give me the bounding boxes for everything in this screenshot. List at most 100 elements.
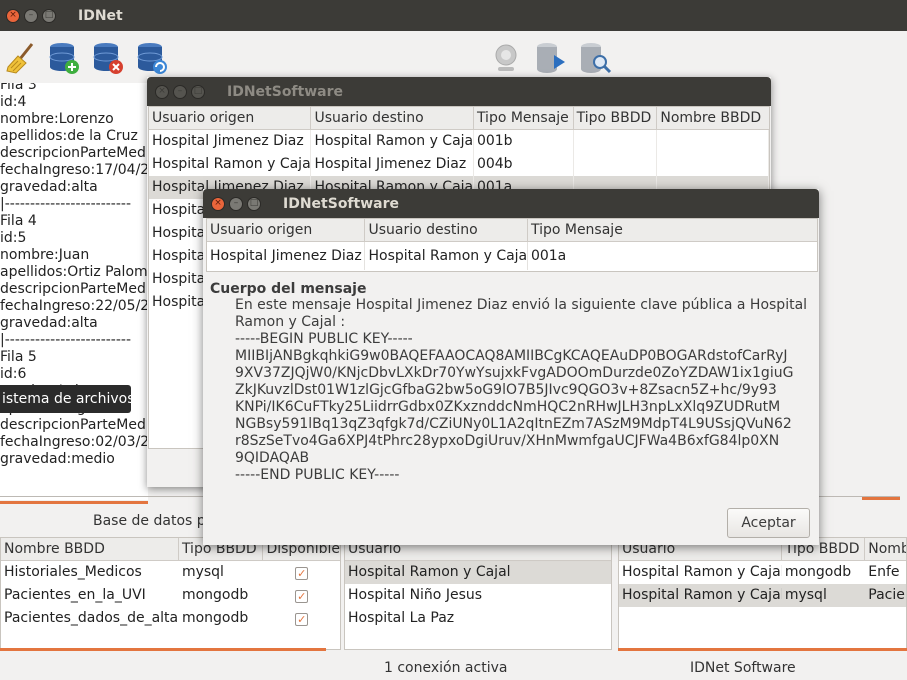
database-export-icon[interactable] — [534, 41, 568, 75]
text-line: apellidos:de la Cruz — [0, 128, 138, 144]
dialog-titlebar: × – □ IDNetSoftware — [203, 189, 819, 218]
db-available-cell: ✓ — [263, 561, 340, 584]
table-row[interactable]: Pacientes_dados_de_alta mongodb ✓ — [1, 607, 340, 630]
dialog-title: IDNetSoftware — [227, 83, 343, 100]
broom-icon[interactable] — [4, 41, 38, 75]
db-type-cell: mongodb — [181, 610, 249, 626]
column-header[interactable]: Nombre BBDD — [657, 107, 769, 129]
add-database-icon[interactable] — [47, 41, 81, 75]
main-titlebar: × – □ IDNet — [0, 0, 907, 31]
text-line: fechaIngreso:02/03/20 — [0, 434, 148, 450]
text-line: nombre:Lorenzo — [0, 111, 114, 127]
message-detail-dialog: × – □ IDNetSoftware Usuario origen Usuar… — [203, 189, 819, 545]
message-line: 9XV37ZJQjW0/KNjcDbvLXkDr70YwYsujxkFvgADO… — [235, 365, 794, 381]
users-table: Usuario Hospital Ramon y Cajal Hospital N… — [344, 537, 612, 650]
text-line: |------------------------- — [0, 196, 132, 212]
maximize-dialog-button[interactable]: □ — [191, 84, 205, 99]
table-row[interactable]: Hospital Jimenez Diaz Hospital Ramon y Ca… — [149, 130, 769, 153]
column-header[interactable]: Usuario destino — [311, 107, 474, 129]
column-header[interactable]: Tipo Mensaje — [474, 107, 574, 129]
text-line: descripcionParteMedi — [0, 281, 148, 297]
tab-indicator — [0, 648, 326, 651]
column-header[interactable]: Nomb — [865, 538, 906, 560]
dialog-title: IDNetSoftware — [283, 195, 399, 212]
text-line: Fila 4 — [0, 213, 37, 229]
text-line: id:5 — [0, 230, 27, 246]
table-row[interactable]: Hospital Ramon y Cajal Hospital Jimenez D… — [149, 153, 769, 176]
column-header[interactable]: Usuario destino — [365, 219, 528, 241]
table-cell: mysql — [784, 587, 827, 603]
minimize-dialog-button[interactable]: – — [229, 196, 243, 211]
refresh-database-icon[interactable] — [135, 41, 169, 75]
shared-databases-table: Usuario Tipo BBDD Nomb Hospital Ramon y … — [618, 537, 907, 650]
table-row[interactable]: Hospital La Paz — [345, 607, 611, 630]
maximize-window-button[interactable]: □ — [42, 8, 56, 23]
message-line: r8SzSeTvo4Ga6XPJ4tPhrc28ypxoDgiUruv/XHnM… — [235, 433, 780, 449]
close-window-button[interactable]: × — [6, 8, 20, 23]
message-table: Usuario origen Usuario destino Tipo Mens… — [206, 218, 818, 272]
table-cell: Hospital Ramon y Cajal — [149, 153, 312, 176]
table-row[interactable]: Pacientes_en_la_UVI mongodb ✓ — [1, 584, 340, 607]
table-cell: Hospital Jimenez Diaz — [207, 242, 366, 270]
user-cell: Hospital Niño Jesus — [348, 587, 483, 603]
maximize-dialog-button[interactable]: □ — [247, 196, 261, 211]
text-line: nombre:Juan — [0, 247, 90, 263]
results-text-panel[interactable]: Fila 3 id:4 nombre:Lorenzo apellidos:de la … — [0, 83, 148, 500]
column-header[interactable]: Nombre BBDD — [1, 538, 179, 560]
available-checkbox[interactable]: ✓ — [295, 566, 309, 580]
tooltip: istema de archivos — [0, 385, 135, 413]
close-dialog-button[interactable]: × — [155, 84, 169, 99]
text-line: Fila 3 — [0, 83, 37, 93]
text-line: id:6 — [0, 366, 27, 382]
column-header[interactable]: Tipo BBDD — [574, 107, 658, 129]
column-header[interactable]: Usuario origen — [207, 219, 366, 241]
column-header[interactable]: Tipo Mensaje — [528, 219, 817, 241]
table-cell: 001a — [530, 248, 567, 264]
text-line: fechaIngreso:17/04/20 — [0, 162, 148, 178]
table-row[interactable]: Hospital Ramon y Cajal mongodb Enfe — [619, 561, 906, 584]
message-line: 9QIDAQAB — [235, 450, 310, 466]
text-line: descripcionParteMedi — [0, 417, 148, 433]
table-cell: Hospital Ramon y Cajal — [365, 242, 528, 270]
message-line: -----END PUBLIC KEY----- — [235, 467, 400, 483]
table-cell: 004b — [474, 153, 574, 176]
db-type-cell: mysql — [181, 564, 224, 580]
message-line: -----BEGIN PUBLIC KEY----- — [235, 331, 413, 347]
table-cell — [657, 130, 769, 153]
table-cell: Hospital Ramon y Cajal — [622, 587, 782, 603]
available-checkbox[interactable]: ✓ — [295, 612, 309, 626]
table-cell: 001b — [474, 130, 574, 153]
text-line: fechaIngreso:22/05/20 — [0, 298, 148, 314]
db-available-cell: ✓ — [263, 607, 340, 630]
accept-button[interactable]: Aceptar — [727, 508, 810, 538]
db-name-cell: Historiales_Medicos — [4, 564, 142, 580]
db-name-cell: Pacientes_en_la_UVI — [4, 587, 146, 603]
db-section-label: Base de datos pr — [93, 513, 212, 529]
table-cell: mongodb — [784, 564, 852, 580]
toolbar — [0, 31, 907, 83]
minimize-window-button[interactable]: – — [24, 8, 38, 23]
text-line: gravedad:alta — [0, 315, 98, 331]
message-line: MIIBIjANBgkqhkiG9w0BAQEFAAOCAQ8AMIIBCgKC… — [235, 348, 788, 364]
text-line: |------------------------- — [0, 332, 132, 348]
table-cell — [574, 153, 658, 176]
available-checkbox[interactable]: ✓ — [295, 589, 309, 603]
database-search-icon[interactable] — [578, 41, 612, 75]
close-dialog-button[interactable]: × — [211, 196, 225, 211]
table-cell: Hospital Ramon y Cajal — [622, 564, 782, 580]
remove-database-icon[interactable] — [91, 41, 125, 75]
connect-icon[interactable] — [490, 41, 524, 75]
table-row[interactable]: Hospital Jimenez Diaz Hospital Ramon y C… — [207, 242, 817, 270]
table-row[interactable]: Hospital Niño Jesus — [345, 584, 611, 607]
table-row[interactable]: Hospital Ramon y Cajal — [345, 561, 611, 584]
message-heading: Cuerpo del mensaje — [210, 281, 367, 297]
table-cell: Hospital Ramon y Cajal — [311, 130, 474, 153]
minimize-dialog-button[interactable]: – — [173, 84, 187, 99]
text-line: apellidos:Ortiz Palom — [0, 264, 148, 280]
window-title: IDNet — [78, 7, 123, 24]
column-header[interactable]: Usuario origen — [149, 107, 312, 129]
text-line: gravedad:alta — [0, 179, 98, 195]
table-row[interactable]: Hospital Ramon y Cajal mysql Pacie — [619, 584, 906, 607]
message-body: En este mensaje Hospital Jimenez Diaz en… — [235, 297, 807, 484]
table-row[interactable]: Historiales_Medicos mysql ✓ — [1, 561, 340, 584]
